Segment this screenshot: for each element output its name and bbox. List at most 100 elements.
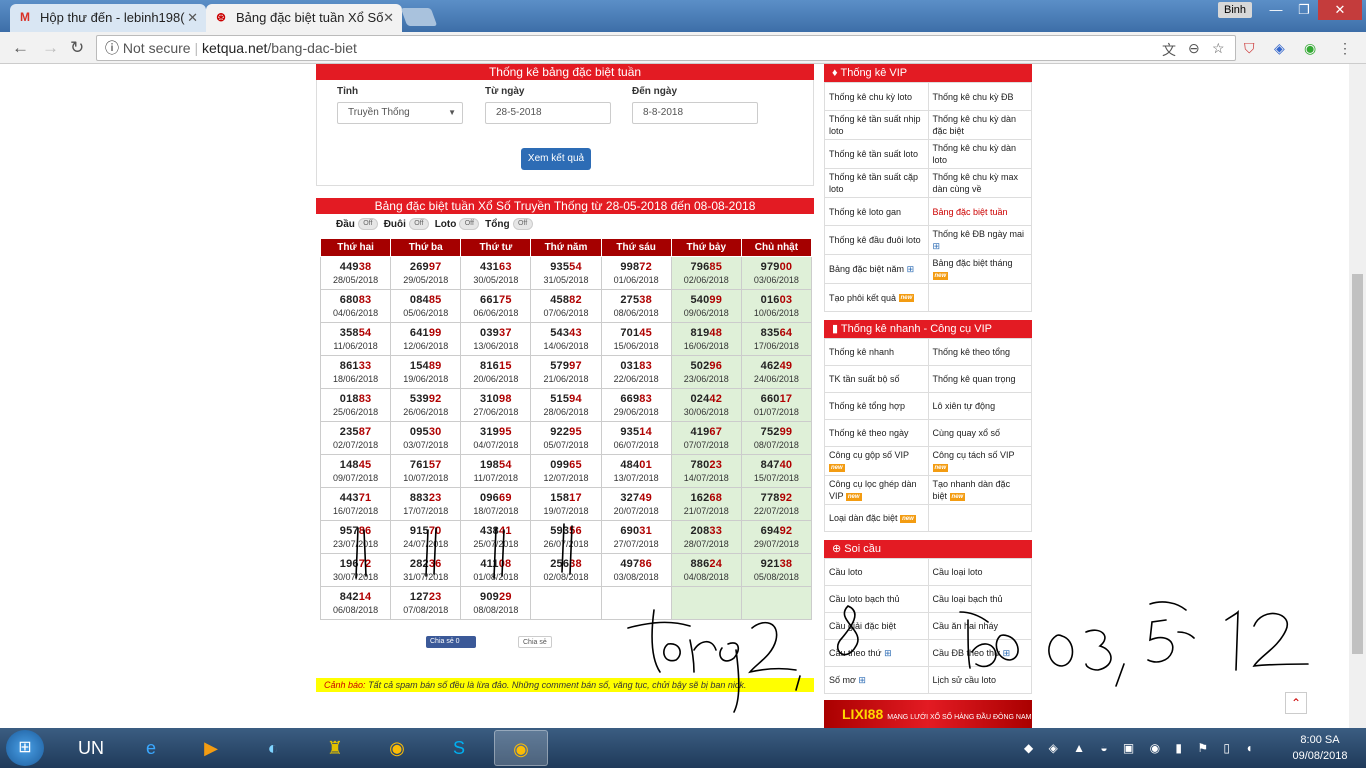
address-bar[interactable]: ⓘ Not secure | ketqua.net/bang-dac-biet — [96, 35, 1236, 61]
sidebar-link[interactable]: Bảng đặc biệt năm ⊞ — [824, 254, 929, 284]
sidebar-link[interactable]: Số mơ ⊞ — [824, 666, 929, 694]
prize-number: 28236 — [409, 558, 442, 570]
toggle-loto[interactable]: Off — [459, 218, 480, 231]
zoom-icon[interactable]: ⊖ — [1188, 40, 1200, 57]
sidebar-link[interactable]: Thống kê loto gan — [824, 197, 929, 226]
sidebar-link[interactable]: Tạo nhanh dàn đặc biệt new — [927, 475, 1032, 505]
forward-icon[interactable]: → — [42, 38, 59, 58]
sidebar-link[interactable]: Lịch sử cầu loto — [927, 666, 1032, 694]
sidebar-link[interactable]: Thống kê quan trọng — [927, 365, 1032, 393]
sidebar-link[interactable]: Cầu giải đặc biệt — [824, 612, 929, 640]
bookmark-star-icon[interactable]: ☆ — [1212, 40, 1225, 57]
sidebar-link[interactable]: Thống kê đầu đuôi loto — [824, 225, 929, 255]
reload-icon[interactable]: ↻ — [70, 38, 84, 58]
new-tab-button[interactable] — [400, 8, 438, 26]
google-share-button[interactable]: Chia sẻ — [518, 636, 552, 648]
scrollbar[interactable] — [1349, 64, 1366, 728]
scrollbar-thumb[interactable] — [1352, 274, 1363, 654]
expand-icon[interactable]: ⊞ — [1000, 648, 1011, 658]
sidebar-link[interactable]: Tạo phôi kết quả new — [824, 283, 929, 312]
profile-button[interactable]: Binh — [1218, 2, 1253, 18]
skype-icon[interactable]: S — [432, 730, 486, 766]
expand-icon[interactable]: ⊞ — [933, 241, 941, 251]
sidebar-empty — [927, 283, 1032, 312]
sidebar-link[interactable]: Cầu theo thứ ⊞ — [824, 639, 929, 667]
sidebar-link[interactable]: Cầu ĐB theo thứ ⊞ — [927, 639, 1032, 667]
sidebar-link[interactable]: Thống kê chu kỳ dàn đặc biệt — [927, 110, 1032, 140]
system-tray[interactable]: ◆ ◈ ▲ ◒ ▣ ◉ ▮ ⚑ ▯ ◖ — [1024, 728, 1284, 768]
prize-cell: 92295 05/07/2018 — [530, 421, 602, 455]
toggle-tong[interactable]: Off — [512, 218, 533, 231]
sidebar-link[interactable]: Thống kê chu kỳ dàn loto — [927, 139, 1032, 169]
info-icon[interactable]: ⓘ — [105, 40, 119, 56]
maximize-icon[interactable]: ❐ — [1290, 0, 1318, 20]
sidebar-link[interactable]: Thống kê tần suất cặp loto — [824, 168, 929, 198]
start-button[interactable]: ⊞ — [6, 730, 44, 766]
close-window-button[interactable]: ✕ — [1318, 0, 1362, 20]
sidebar-link[interactable]: Công cụ lọc ghép dàn VIP new — [824, 475, 929, 505]
scroll-top-button[interactable]: ⌃ — [1285, 692, 1307, 714]
menu-icon[interactable]: ⋮ — [1338, 40, 1352, 57]
sidebar-link[interactable]: Thống kê tần suất loto — [824, 139, 929, 169]
chrome-active-icon[interactable]: ◉ — [494, 730, 548, 766]
sidebar-link[interactable]: Cùng quay xổ số — [927, 419, 1032, 447]
day-header: Thứ bảy — [670, 238, 742, 257]
close-icon[interactable]: ✕ — [383, 10, 394, 26]
sidebar-link[interactable]: Cầu ăn hai nháy — [927, 612, 1032, 640]
tab-gmail[interactable]: M Hộp thư đến - lebinh198( ✕ — [10, 4, 206, 32]
unikey-icon[interactable]: UN — [64, 730, 118, 766]
sidebar-link[interactable]: Công cụ tách số VIP new — [927, 446, 1032, 476]
toggle-dau[interactable]: Off — [357, 218, 378, 231]
province-value: Truyền Thống — [348, 107, 410, 118]
clock[interactable]: 8:00 SA 09/08/2018 — [1280, 732, 1360, 764]
minimize-icon[interactable]: — — [1262, 0, 1290, 20]
translate-icon[interactable]: 文 — [1162, 40, 1176, 60]
close-icon[interactable]: ✕ — [187, 10, 198, 26]
lixi88-banner[interactable]: LIXI88 MẠNG LƯỚI XỔ SỐ HÀNG ĐẦU ĐÔNG NAM … — [824, 700, 1032, 728]
prize-date: 04/07/2018 — [473, 440, 519, 450]
sidebar-link[interactable]: Thống kê ĐB ngày mai ⊞ — [927, 225, 1032, 255]
shield-icon[interactable]: ⛉ — [1244, 40, 1255, 57]
sidebar-link[interactable]: Bảng đặc biệt tháng new — [927, 254, 1032, 284]
sidebar-link[interactable]: Thống kê chu kỳ ĐB — [927, 82, 1032, 111]
back-icon[interactable]: ← — [12, 38, 29, 58]
media-player-icon[interactable]: ▶ — [184, 730, 238, 766]
expand-icon[interactable]: ⊞ — [882, 648, 892, 658]
sidebar-link[interactable]: Cầu loto bạch thủ — [824, 585, 929, 613]
province-select[interactable]: Truyền Thống ▼ — [337, 102, 463, 124]
toggle-duoi[interactable]: Off — [408, 218, 429, 231]
extension-icon[interactable]: ◈ — [1274, 40, 1285, 57]
expand-icon[interactable]: ⊞ — [856, 675, 866, 685]
sidebar-link[interactable]: Loại dàn đặc biệt new — [824, 504, 929, 532]
prize-date: 22/07/2018 — [753, 506, 799, 516]
facebook-share-button[interactable]: Chia sẻ 0 — [426, 636, 476, 648]
chrome-icon[interactable]: ◉ — [370, 730, 424, 766]
sidebar-link[interactable]: Thống kê chu kỳ loto — [824, 82, 929, 111]
prize-number: 19854 — [480, 459, 512, 471]
prize-number: 46249 — [760, 360, 793, 372]
sidebar-link[interactable]: Công cụ gộp số VIP new — [824, 446, 929, 476]
sidebar-link[interactable]: Thống kê nhanh — [824, 338, 929, 366]
sidebar-link[interactable]: Thống kê tần suất nhịp loto — [824, 110, 929, 140]
teamviewer-icon[interactable]: ◐ — [246, 730, 300, 766]
sidebar-link[interactable]: Bảng đặc biệt tuần — [927, 197, 1032, 226]
extension-icon[interactable]: ◉ — [1304, 40, 1316, 57]
prize-number: 84740 — [760, 459, 793, 471]
expand-icon[interactable]: ⊞ — [904, 264, 915, 274]
view-results-button[interactable]: Xem kết quả — [521, 148, 591, 170]
sidebar-link[interactable]: Thống kê tổng hợp — [824, 392, 929, 420]
sidebar-link[interactable]: Thống kê theo tổng — [927, 338, 1032, 366]
game-icon[interactable]: ♜ — [308, 730, 362, 766]
sidebar-link[interactable]: Cầu loại loto — [927, 558, 1032, 586]
to-date-input[interactable]: 8-8-2018 — [632, 102, 758, 124]
sidebar-link[interactable]: Thống kê theo ngày — [824, 419, 929, 447]
sidebar-link[interactable]: TK tần suất bộ số — [824, 365, 929, 393]
sidebar-link[interactable]: Thống kê chu kỳ max dàn cùng về — [927, 168, 1032, 198]
from-date-input[interactable]: 28-5-2018 — [485, 102, 611, 124]
prize-date: 30/07/2018 — [333, 572, 379, 582]
sidebar-link[interactable]: Lô xiên tự động — [927, 392, 1032, 420]
sidebar-link[interactable]: Cầu loto — [824, 558, 929, 586]
ie-icon[interactable]: e — [124, 730, 178, 766]
tab-active[interactable]: ⊛ Bảng đặc biệt tuần Xổ Số ✕ — [206, 4, 402, 32]
sidebar-link[interactable]: Cầu loại bạch thủ — [927, 585, 1032, 613]
